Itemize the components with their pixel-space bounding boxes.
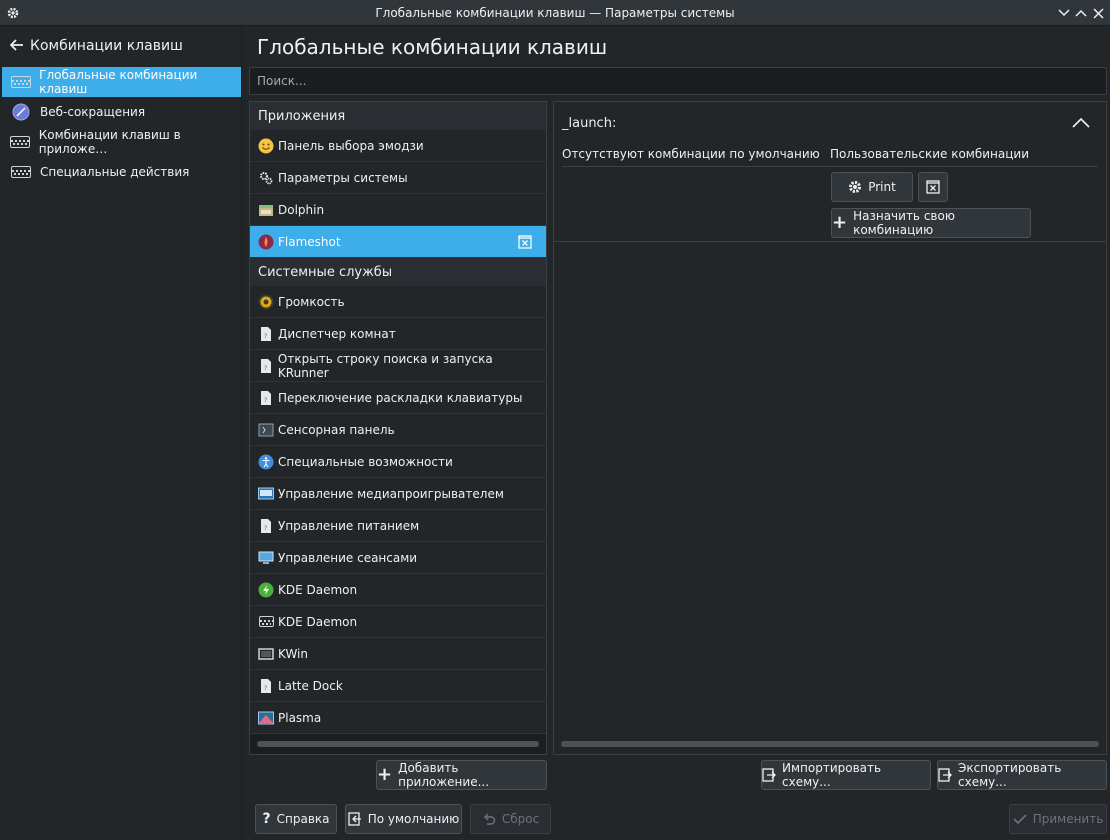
sidebar-item-global-shortcuts[interactable]: Глобальные комбинации клавиш bbox=[2, 67, 241, 97]
reset-button[interactable]: Сброс bbox=[470, 804, 551, 834]
file-icon: ? bbox=[258, 678, 274, 694]
component-list: Приложения Панель выбора эмодзи Параметр… bbox=[249, 101, 547, 755]
list-item[interactable]: ? Диспетчер комнат bbox=[250, 318, 546, 350]
list-item[interactable]: ? Latte Dock bbox=[250, 670, 546, 702]
file-icon: ? bbox=[258, 326, 274, 342]
plus-icon: + bbox=[832, 212, 848, 233]
plasma-icon bbox=[258, 710, 274, 726]
divider bbox=[562, 166, 1098, 167]
main-area: Глобальные комбинации клавиш Поиск... Пр… bbox=[243, 27, 1110, 840]
plus-icon: + bbox=[377, 764, 393, 785]
add-custom-shortcut-button[interactable]: + Назначить свою комбинацию bbox=[831, 208, 1031, 238]
list-item[interactable]: Сенсорная панель bbox=[250, 414, 546, 446]
export-icon bbox=[938, 768, 952, 782]
action-card: _launch: Отсутствуют комбинации по умолч… bbox=[554, 102, 1106, 242]
keyboard-icon bbox=[10, 74, 31, 90]
delete-icon bbox=[926, 180, 940, 194]
volume-icon bbox=[258, 294, 274, 310]
list-item[interactable]: ? Управление питанием bbox=[250, 510, 546, 542]
list-item[interactable]: Панель выбора эмодзи bbox=[250, 130, 546, 162]
help-button[interactable]: ? Справка bbox=[255, 804, 337, 834]
custom-shortcuts-header: Пользовательские комбинации bbox=[830, 147, 1030, 161]
keyboard-icon bbox=[10, 134, 31, 150]
defaults-button[interactable]: По умолчанию bbox=[345, 804, 462, 834]
default-shortcuts-header: Отсутствуют комбинации по умолчанию bbox=[562, 147, 820, 161]
sidebar-item-label: Специальные действия bbox=[40, 165, 190, 179]
kwin-icon bbox=[258, 646, 274, 662]
svg-text:?: ? bbox=[264, 365, 267, 372]
shortcut-print-button[interactable]: Print bbox=[831, 172, 913, 202]
section-header-system-services: Системные службы bbox=[250, 258, 546, 286]
close-icon[interactable] bbox=[1089, 4, 1107, 22]
dolphin-icon bbox=[258, 202, 274, 218]
svg-text:?: ? bbox=[264, 525, 267, 532]
kded-icon bbox=[258, 582, 274, 598]
horizontal-scrollbar[interactable] bbox=[561, 741, 1099, 747]
section-header-applications: Приложения bbox=[250, 102, 546, 130]
sidebar-item-app-shortcuts[interactable]: Комбинации клавиш в приложе… bbox=[2, 127, 241, 157]
flameshot-icon bbox=[258, 234, 274, 250]
horizontal-scrollbar[interactable] bbox=[257, 741, 539, 747]
list-item[interactable]: KDE Daemon bbox=[250, 574, 546, 606]
delete-icon[interactable] bbox=[518, 235, 532, 249]
sidebar-item-label: Глобальные комбинации клавиш bbox=[39, 68, 198, 96]
sidebar-header-label: Комбинации клавиш bbox=[30, 38, 183, 54]
undo-icon bbox=[482, 812, 496, 826]
sidebar: Комбинации клавиш Глобальные комбинации … bbox=[0, 27, 242, 840]
keyboard-icon bbox=[10, 164, 32, 180]
list-item-selected[interactable]: Flameshot bbox=[250, 226, 546, 258]
chevron-up-icon[interactable] bbox=[1072, 116, 1090, 128]
svg-text:?: ? bbox=[264, 397, 267, 404]
checkmark-icon bbox=[1013, 813, 1027, 825]
search-input[interactable]: Поиск... bbox=[249, 67, 1107, 95]
media-player-icon bbox=[258, 486, 274, 502]
apply-button[interactable]: Применить bbox=[1009, 804, 1107, 834]
accessibility-icon bbox=[258, 454, 274, 470]
list-item[interactable]: KDE Daemon bbox=[250, 606, 546, 638]
remove-shortcut-button[interactable] bbox=[918, 172, 948, 202]
import-scheme-button[interactable]: Импортировать схему... bbox=[761, 760, 931, 790]
window-titlebar: Глобальные комбинации клавиш — Параметры… bbox=[0, 0, 1110, 26]
list-item[interactable]: Управление сеансами bbox=[250, 542, 546, 574]
touchpad-icon bbox=[258, 422, 274, 438]
list-item[interactable]: Громкость bbox=[250, 286, 546, 318]
arrow-left-icon bbox=[9, 37, 24, 55]
list-item[interactable]: ? Переключение раскладки клавиатуры bbox=[250, 382, 546, 414]
add-application-button[interactable]: + Добавить приложение... bbox=[376, 760, 547, 790]
settings-icon bbox=[258, 170, 274, 186]
sidebar-item-label: Веб-сокращения bbox=[40, 105, 146, 119]
back-button[interactable]: Комбинации клавиш bbox=[0, 27, 241, 65]
keyboard-icon bbox=[258, 614, 274, 630]
list-item[interactable]: Специальные возможности bbox=[250, 446, 546, 478]
list-item[interactable]: Dolphin bbox=[250, 194, 546, 226]
session-icon bbox=[258, 550, 274, 566]
page-title: Глобальные комбинации клавиш bbox=[257, 35, 608, 59]
export-scheme-button[interactable]: Экспортировать схему... bbox=[937, 760, 1107, 790]
help-icon: ? bbox=[262, 811, 271, 827]
svg-text:?: ? bbox=[264, 333, 267, 340]
file-icon: ? bbox=[258, 358, 274, 374]
shortcut-details-panel: _launch: Отсутствуют комбинации по умолч… bbox=[553, 101, 1107, 755]
import-icon bbox=[762, 768, 776, 782]
sidebar-item-web-shortcuts[interactable]: Веб-сокращения bbox=[2, 97, 241, 127]
svg-text:?: ? bbox=[264, 685, 267, 692]
file-icon: ? bbox=[258, 518, 274, 534]
list-item[interactable]: Управление медиапроигрывателем bbox=[250, 478, 546, 510]
action-name: _launch: bbox=[562, 116, 617, 131]
list-item[interactable]: KWin bbox=[250, 638, 546, 670]
emoji-icon bbox=[258, 138, 274, 154]
sidebar-item-label: Комбинации клавиш в приложе… bbox=[38, 128, 181, 156]
gear-icon bbox=[848, 180, 862, 194]
list-item[interactable]: Параметры системы bbox=[250, 162, 546, 194]
restore-defaults-icon bbox=[348, 812, 362, 826]
list-item[interactable]: ? Открыть строку поиска и запуска KRunne… bbox=[250, 350, 546, 382]
file-icon: ? bbox=[258, 390, 274, 406]
list-item[interactable]: Plasma bbox=[250, 702, 546, 734]
maximize-icon[interactable] bbox=[1072, 4, 1090, 22]
web-browser-icon bbox=[10, 103, 32, 121]
minimize-icon[interactable] bbox=[1055, 4, 1073, 22]
sidebar-item-special-actions[interactable]: Специальные действия bbox=[2, 157, 241, 187]
window-title: Глобальные комбинации клавиш — Параметры… bbox=[375, 6, 735, 20]
